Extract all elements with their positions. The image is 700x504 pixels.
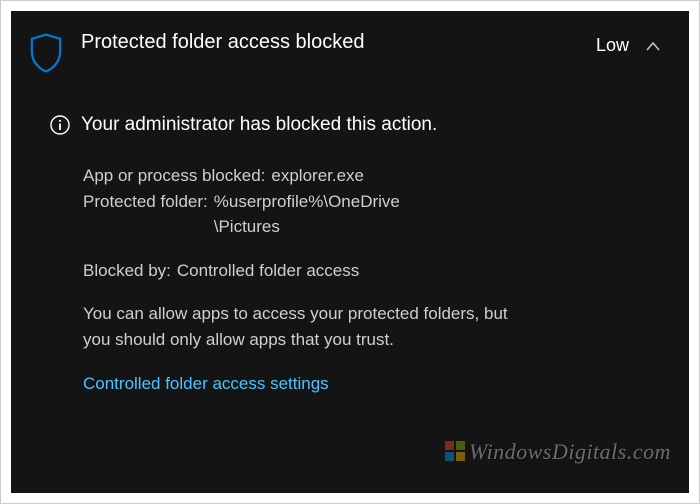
header-row: Protected folder access blocked Low <box>11 29 689 78</box>
watermark: WindowsDigitals.com <box>445 439 671 465</box>
admin-message: Your administrator has blocked this acti… <box>71 112 437 138</box>
shield-icon <box>29 29 69 78</box>
protected-folder-label: Protected folder: <box>83 189 208 240</box>
details-block-1: App or process blocked: explorer.exe Pro… <box>83 163 663 240</box>
windows-logo-icon <box>445 441 465 461</box>
app-blocked-row: App or process blocked: explorer.exe <box>83 163 663 189</box>
collapse-button[interactable] <box>643 29 663 62</box>
info-icon <box>49 112 71 141</box>
admin-message-row: Your administrator has blocked this acti… <box>49 112 663 141</box>
chevron-up-icon <box>643 37 663 57</box>
settings-link[interactable]: Controlled folder access settings <box>83 374 329 394</box>
blocked-by-row: Blocked by: Controlled folder access <box>83 258 663 284</box>
outer-frame: Protected folder access blocked Low Yo <box>0 0 700 504</box>
watermark-text: WindowsDigitals.com <box>469 439 671 464</box>
blocked-by-label: Blocked by: <box>83 258 171 284</box>
notification-title: Protected folder access blocked <box>81 29 586 56</box>
blocked-by-value: Controlled folder access <box>171 258 359 284</box>
notification-panel: Protected folder access blocked Low Yo <box>11 11 689 493</box>
body: Your administrator has blocked this acti… <box>11 78 689 394</box>
protected-folder-row: Protected folder: %userprofile%\OneDrive… <box>83 189 663 240</box>
details-block-2: Blocked by: Controlled folder access <box>83 258 663 284</box>
severity-label: Low <box>586 29 643 56</box>
app-blocked-value: explorer.exe <box>265 163 364 189</box>
app-blocked-label: App or process blocked: <box>83 163 265 189</box>
folder-line2: \Pictures <box>214 217 280 236</box>
protected-folder-value: %userprofile%\OneDrive \Pictures <box>208 189 400 240</box>
description-text: You can allow apps to access your protec… <box>83 301 523 352</box>
folder-line1: %userprofile%\OneDrive <box>214 192 400 211</box>
title-wrap: Protected folder access blocked <box>69 29 586 56</box>
